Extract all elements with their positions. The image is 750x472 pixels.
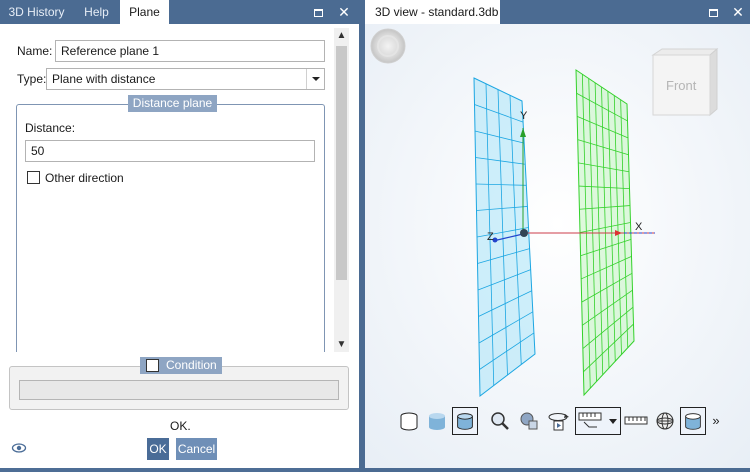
- navigation-orb-icon[interactable]: [370, 28, 406, 64]
- view-cube-label: Front: [666, 78, 697, 93]
- close-icon[interactable]: ✕: [727, 0, 749, 24]
- tab-3d-history[interactable]: 3D History: [0, 0, 73, 24]
- close-icon[interactable]: ✕: [333, 0, 355, 24]
- type-select[interactable]: Plane with distance: [46, 68, 325, 90]
- more-icon[interactable]: »: [709, 407, 723, 435]
- distance-label: Distance:: [25, 121, 76, 135]
- name-label: Name:: [17, 44, 53, 58]
- distance-plane-group-title: Distance plane: [128, 95, 217, 112]
- type-select-value: Plane with distance: [52, 72, 156, 86]
- name-input[interactable]: Reference plane 1: [55, 40, 325, 62]
- other-direction-checkbox[interactable]: [27, 171, 40, 184]
- ok-button[interactable]: OK: [147, 438, 169, 460]
- ruler-icon[interactable]: [623, 407, 649, 435]
- mesh-sphere-icon[interactable]: [652, 407, 678, 435]
- condition-checkbox[interactable]: [146, 359, 159, 372]
- scroll-up-icon[interactable]: ▲: [334, 28, 349, 43]
- panel-scrollbar[interactable]: ▲ ▼: [334, 28, 349, 352]
- cylinder-shaded-icon[interactable]: [424, 407, 450, 435]
- view-icon[interactable]: [516, 407, 542, 435]
- tab-help[interactable]: Help: [73, 0, 120, 24]
- plane-panel: 3D History Help Plane ✕ Name: Reference …: [0, 0, 359, 468]
- cancel-button[interactable]: Cancel: [176, 438, 217, 460]
- condition-label: Condition: [166, 358, 217, 372]
- condition-header: Condition: [140, 357, 222, 374]
- scroll-down-icon[interactable]: ▼: [334, 337, 349, 352]
- cylinder-shaded-outline-icon[interactable]: [452, 407, 478, 435]
- type-label: Type:: [17, 72, 47, 86]
- scroll-thumb[interactable]: [336, 46, 347, 280]
- tab-plane[interactable]: Plane: [120, 0, 169, 24]
- cylinder-outline-icon[interactable]: [396, 407, 422, 435]
- y-axis-label: Y: [520, 110, 528, 122]
- condition-input[interactable]: [19, 380, 339, 400]
- rotate-icon[interactable]: [545, 407, 571, 435]
- 3d-scene[interactable]: Front X Y Z: [365, 24, 750, 468]
- eye-icon[interactable]: [11, 441, 27, 455]
- z-axis-label: Z: [487, 231, 494, 243]
- panel-tabbar: 3D History Help Plane ✕: [0, 0, 359, 24]
- status-text: OK.: [170, 419, 191, 433]
- other-direction-label: Other direction: [45, 171, 124, 185]
- 3d-view-panel: 3D view - standard.3db ✕ Front X Y Z »: [365, 0, 750, 472]
- maximize-icon[interactable]: [702, 0, 724, 24]
- zoom-icon[interactable]: [487, 407, 513, 435]
- distance-input[interactable]: 50: [25, 140, 315, 162]
- tab-3d-view[interactable]: 3D view - standard.3db: [365, 0, 500, 24]
- x-axis-label: X: [635, 221, 643, 233]
- maximize-icon[interactable]: [307, 0, 329, 24]
- 3d-viewport[interactable]: Front X Y Z: [365, 24, 750, 468]
- measure-dropdown-icon[interactable]: [575, 407, 621, 435]
- section-icon[interactable]: [680, 407, 706, 435]
- chevron-down-icon[interactable]: [306, 69, 324, 89]
